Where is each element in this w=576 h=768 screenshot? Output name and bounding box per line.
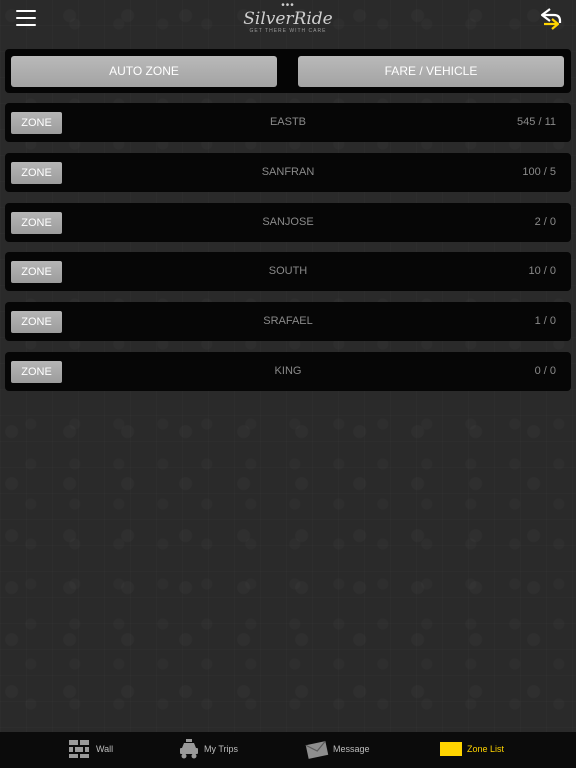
back-arrow-icon[interactable]: [538, 6, 564, 30]
zone-row[interactable]: ZONE SOUTH 10 / 0: [5, 252, 571, 291]
zone-list-icon: [440, 742, 462, 756]
zone-count: 2 / 0: [534, 216, 556, 228]
tab-label: My Trips: [204, 744, 239, 754]
tab-bar: Wall My Trips Message Zone List: [0, 732, 576, 768]
tab-zone-list[interactable]: Zone List: [440, 732, 520, 768]
zone-count: 1 / 0: [534, 315, 556, 327]
envelope-icon: [305, 740, 329, 759]
top-button-panel: AUTO ZONE FARE / VEHICLE: [5, 49, 571, 93]
zone-count: 10 / 0: [528, 265, 556, 277]
tab-label: Message: [333, 744, 370, 754]
zone-count: 545 / 11: [517, 116, 556, 128]
fare-vehicle-button[interactable]: FARE / VEHICLE: [298, 56, 564, 87]
zone-name: SANFRAN: [261, 166, 315, 178]
header: ••• SilverRide GET THERE WITH CARE: [0, 0, 576, 44]
zone-name: EASTB: [269, 116, 307, 128]
menu-icon[interactable]: [16, 10, 36, 26]
zone-row[interactable]: ZONE KING 0 / 0: [5, 352, 571, 391]
tab-label: Zone List: [467, 744, 505, 754]
zone-row[interactable]: ZONE SRAFAEL 1 / 0: [5, 302, 571, 341]
zone-name: SOUTH: [268, 265, 308, 277]
wall-icon: [69, 740, 89, 758]
zone-name: SRAFAEL: [263, 315, 313, 327]
taxi-icon: [180, 739, 198, 759]
zone-count: 0 / 0: [534, 365, 556, 377]
logo: ••• SilverRide GET THERE WITH CARE: [228, 1, 348, 40]
auto-zone-button[interactable]: AUTO ZONE: [11, 56, 277, 87]
logo-text: SilverRide: [243, 9, 333, 29]
tab-my-trips[interactable]: My Trips: [178, 732, 248, 768]
zone-row[interactable]: ZONE SANFRAN 100 / 5: [5, 153, 571, 192]
tab-wall[interactable]: Wall: [68, 732, 128, 768]
zone-name: SANJOSE: [262, 216, 314, 228]
zone-name: KING: [274, 365, 302, 377]
tab-message[interactable]: Message: [305, 732, 375, 768]
zone-row[interactable]: ZONE EASTB 545 / 11: [5, 103, 571, 142]
zone-row[interactable]: ZONE SANJOSE 2 / 0: [5, 203, 571, 242]
tab-label: Wall: [96, 744, 114, 754]
zone-count: 100 / 5: [522, 166, 556, 178]
